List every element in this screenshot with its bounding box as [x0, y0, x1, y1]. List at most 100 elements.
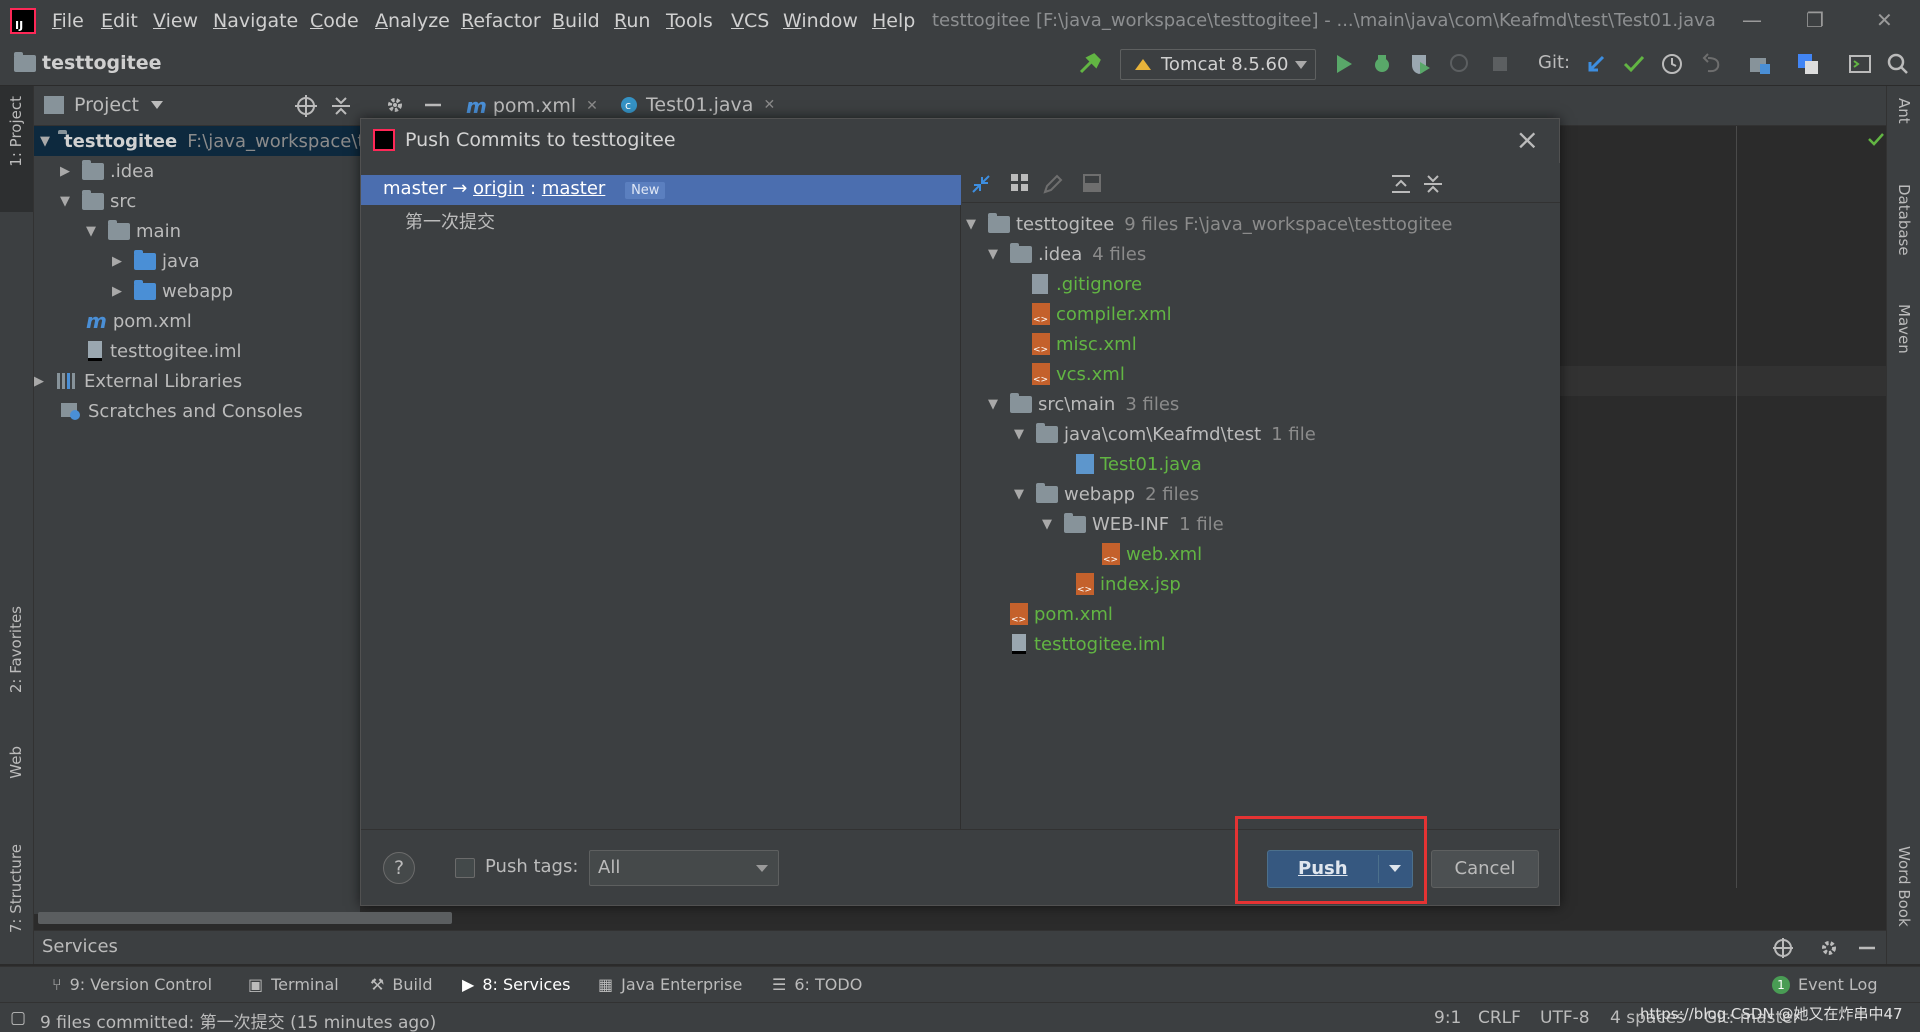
tab-services[interactable]: ▶ 8: Services [462, 975, 570, 994]
tree-item-main[interactable]: ▼ main [86, 216, 181, 246]
tab-todo[interactable]: ☰ 6: TODO [772, 975, 862, 994]
file-vcs-xml[interactable]: vcs.xml [1032, 359, 1125, 389]
tree-item-iml[interactable]: testtogitee.iml [88, 336, 242, 366]
debug-icon[interactable] [1370, 52, 1394, 76]
tree-item-src[interactable]: ▼ src [60, 186, 136, 216]
collapse-all-icon[interactable] [330, 94, 352, 118]
tree-item-idea[interactable]: ▶ .idea [60, 156, 154, 186]
menu-edit[interactable]: Edit [101, 10, 138, 32]
search-icon[interactable] [1886, 52, 1910, 76]
maven-tool-tab[interactable]: Maven [1895, 304, 1913, 354]
menu-run[interactable]: Run [614, 10, 650, 32]
close-window-icon[interactable]: ✕ [1876, 8, 1893, 32]
restore-icon[interactable]: ❐ [1806, 8, 1824, 32]
horizontal-scrollbar[interactable] [38, 912, 452, 924]
tab-java-enterprise[interactable]: ▦ Java Enterprise [598, 975, 742, 994]
remote-link[interactable]: origin [473, 178, 524, 199]
menu-analyze[interactable]: Analyze [375, 10, 450, 32]
tab-terminal[interactable]: ▣ Terminal [248, 975, 339, 994]
close-tab-icon[interactable]: ✕ [763, 97, 775, 113]
file-index-jsp[interactable]: index.jsp [1076, 569, 1181, 599]
hide-panel-icon[interactable] [1856, 937, 1878, 959]
menu-view[interactable]: View [153, 10, 198, 32]
ant-tool-tab[interactable]: Ant [1895, 98, 1913, 124]
expand-all-icon[interactable] [1390, 173, 1412, 195]
file-compiler-xml[interactable]: compiler.xml [1032, 299, 1172, 329]
git-history-clock-icon[interactable] [1660, 52, 1684, 76]
wordbook-tool-tab[interactable]: Word Book [1895, 846, 1913, 927]
push-options-dropdown-icon[interactable] [1389, 865, 1401, 872]
tab-test01-java[interactable]: c Test01.java ✕ [620, 94, 775, 116]
stop-icon[interactable] [1488, 52, 1512, 76]
menu-build[interactable]: Build [552, 10, 600, 32]
build-hammer-icon[interactable] [1078, 52, 1102, 76]
menu-code[interactable]: Code [310, 10, 359, 32]
close-icon[interactable]: × [1516, 123, 1539, 156]
file-tree-web-inf[interactable]: ▼ WEB-INF 1 file [1042, 509, 1224, 539]
expand-arrow-icon[interactable]: ▼ [1042, 517, 1056, 532]
structure-tool-tab[interactable]: 7: Structure [7, 844, 25, 933]
tab-pom-xml[interactable]: m pom.xml ✕ [466, 94, 598, 118]
breadcrumb[interactable]: testtogitee [14, 51, 161, 74]
gear-icon[interactable] [384, 94, 406, 116]
tab-event-log[interactable]: 1 Event Log [1772, 975, 1878, 994]
expand-arrow-icon[interactable]: ▶ [60, 164, 74, 179]
file-test01-java[interactable]: Test01.java [1076, 449, 1202, 479]
line-separator[interactable]: CRLF [1478, 1008, 1521, 1028]
expand-arrow-icon[interactable]: ▼ [988, 247, 1002, 262]
file-gitignore[interactable]: .gitignore [1032, 269, 1142, 299]
git-commit-check-icon[interactable] [1622, 52, 1646, 76]
expand-arrow-icon[interactable]: ▼ [966, 217, 980, 232]
expand-arrow-icon[interactable]: ▶ [112, 254, 126, 269]
web-tool-tab[interactable]: Web [7, 746, 25, 779]
push-tags-checkbox[interactable] [455, 858, 475, 878]
database-tool-tab[interactable]: Database [1895, 184, 1913, 256]
tree-item-java[interactable]: ▶ java [112, 246, 200, 276]
tree-item-project-root[interactable]: ▼ testtogitee F:\java_workspace\t [34, 126, 364, 156]
close-tab-icon[interactable]: ✕ [586, 98, 598, 114]
tree-item-scratches[interactable]: Scratches and Consoles [60, 396, 303, 426]
expand-arrow-icon[interactable]: ▶ [112, 284, 126, 299]
favorites-tool-tab[interactable]: 2: Favorites [7, 606, 25, 693]
gear-icon[interactable] [1818, 937, 1840, 959]
file-pom-xml[interactable]: pom.xml [1010, 599, 1113, 629]
coverage-icon[interactable] [1408, 52, 1432, 76]
group-by-icon[interactable] [1010, 173, 1030, 193]
commit-message[interactable]: 第一次提交 [405, 208, 495, 234]
caret-position[interactable]: 9:1 [1434, 1008, 1461, 1028]
git-update-icon[interactable] [1584, 52, 1608, 76]
file-tree-java-package[interactable]: ▼ java\com\Keafmd\test 1 file [1014, 419, 1316, 449]
expand-arrow-icon[interactable]: ▼ [988, 397, 1002, 412]
project-view-select[interactable]: Project [44, 94, 164, 116]
menu-file[interactable]: File [52, 10, 84, 32]
file-encoding[interactable]: UTF-8 [1540, 1008, 1590, 1028]
git-rollback-icon[interactable] [1700, 52, 1724, 76]
hide-panel-icon[interactable] [422, 94, 444, 116]
minimize-icon[interactable]: — [1742, 8, 1762, 32]
menu-navigate[interactable]: Navigate [213, 10, 298, 32]
menu-help[interactable]: Help [872, 10, 915, 32]
collapse-all-icon[interactable] [1422, 173, 1444, 195]
preview-diff-icon[interactable] [1082, 173, 1102, 193]
tab-version-control[interactable]: ⑂ 9: Version Control [52, 975, 212, 994]
profile-icon[interactable] [1448, 52, 1472, 76]
menu-window[interactable]: Window [783, 10, 858, 32]
file-web-xml[interactable]: web.xml [1102, 539, 1202, 569]
locate-target-icon[interactable] [294, 94, 318, 118]
translate-icon[interactable] [1796, 52, 1820, 76]
expand-arrow-icon[interactable]: ▶ [34, 374, 48, 389]
expand-compare-icon[interactable] [970, 173, 992, 195]
file-tree-idea[interactable]: ▼ .idea 4 files [988, 239, 1146, 269]
cancel-button[interactable]: Cancel [1431, 850, 1539, 888]
expand-arrow-icon[interactable]: ▼ [86, 224, 100, 239]
branch-push-row[interactable]: master → origin : master New [361, 175, 961, 205]
tree-item-webapp[interactable]: ▶ webapp [112, 276, 233, 306]
project-tool-tab[interactable]: 1: Project [7, 96, 25, 167]
menu-refactor[interactable]: Refactor [461, 10, 541, 32]
menu-tools[interactable]: Tools [666, 10, 713, 32]
status-toggle-icon[interactable]: ▢ [10, 1008, 26, 1028]
tree-item-external-libraries[interactable]: ▶ External Libraries [34, 366, 242, 396]
file-tree-webapp[interactable]: ▼ webapp 2 files [1014, 479, 1199, 509]
terminal-window-icon[interactable] [1848, 52, 1872, 76]
run-icon[interactable] [1332, 52, 1356, 76]
